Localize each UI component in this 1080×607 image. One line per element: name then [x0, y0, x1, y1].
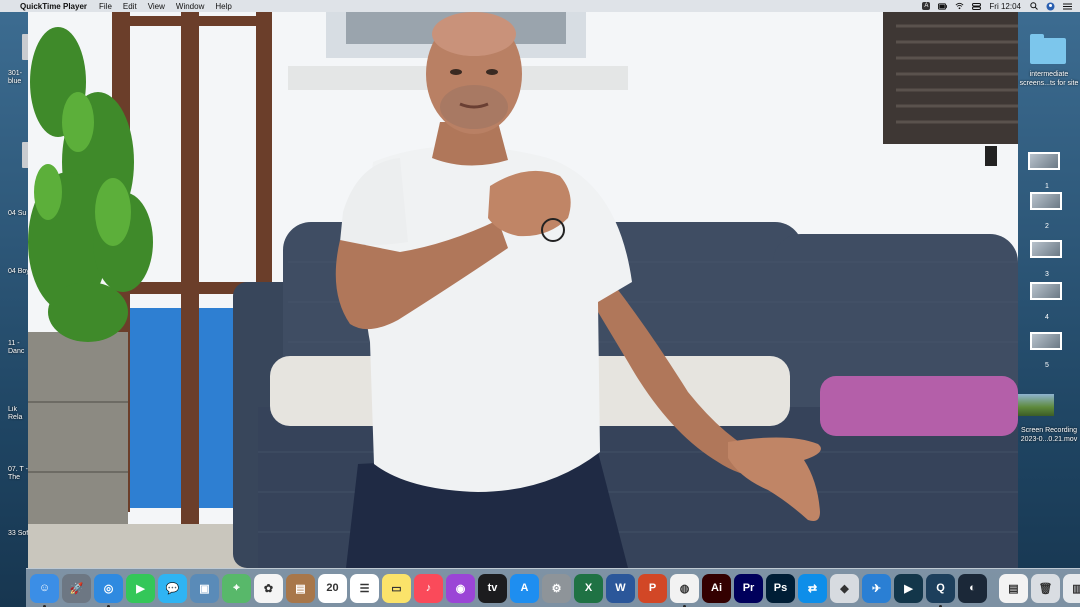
dock-quicktime-player-icon[interactable]: Q: [926, 573, 955, 607]
dock-launchpad-icon[interactable]: 🚀: [62, 573, 91, 603]
dock-teamviewer-icon[interactable]: ⇄: [798, 573, 827, 603]
screenshot-thumbnail[interactable]: [1030, 282, 1062, 300]
folder-label[interactable]: intermediate screens...ts for site: [1018, 70, 1080, 88]
dock-illustrator-icon[interactable]: Ai: [702, 573, 731, 603]
dock-airplane-app-icon[interactable]: ✈: [862, 573, 891, 603]
dock-finder-icon[interactable]: ☺: [30, 573, 59, 607]
battery-icon[interactable]: [938, 2, 948, 11]
dock-system-preferences-icon[interactable]: ⚙: [542, 573, 571, 603]
menu-window[interactable]: Window: [176, 2, 204, 11]
dock-maps-icon[interactable]: ⌖: [222, 573, 251, 603]
user-account-icon[interactable]: [1046, 2, 1055, 11]
dock-document-icon[interactable]: ▤: [999, 573, 1028, 603]
input-source-icon[interactable]: A: [922, 2, 931, 10]
menu-app-name[interactable]: QuickTime Player: [20, 2, 87, 11]
screenshot-number: 4: [1045, 314, 1049, 321]
dock-app-store-icon[interactable]: A: [510, 573, 539, 603]
dock-preview-icon[interactable]: ▣: [190, 573, 219, 603]
dock-safari-icon[interactable]: ◎: [94, 573, 123, 607]
menu-help[interactable]: Help: [215, 2, 231, 11]
dock-reminders-icon[interactable]: ☰: [350, 573, 379, 603]
screenshot-thumbnail[interactable]: [1030, 240, 1062, 258]
spotlight-search-icon[interactable]: [1029, 2, 1038, 11]
dock-tv-icon[interactable]: tv: [478, 573, 507, 603]
wifi-icon[interactable]: [955, 2, 964, 11]
screenshot-thumbnail[interactable]: [1030, 192, 1062, 210]
folder-icon[interactable]: [1030, 34, 1066, 64]
menu-edit[interactable]: Edit: [123, 2, 137, 11]
dock-photos-icon[interactable]: ✿: [254, 573, 283, 603]
dock-music-icon[interactable]: ♪: [414, 573, 443, 603]
dock-photoshop-icon[interactable]: Ps: [766, 573, 795, 603]
dock-trash-icon[interactable]: 🗑: [1031, 573, 1060, 603]
menu-view[interactable]: View: [148, 2, 165, 11]
screenshot-number: 1: [1045, 183, 1049, 190]
desktop-left-column: 301- blue 04 Su 04 Boy 11 - Danc Lik Rel…: [0, 12, 30, 572]
dock-podcasts-icon[interactable]: ◉: [446, 573, 475, 603]
dock-steam-icon[interactable]: ◐: [958, 573, 987, 603]
video-file-label[interactable]: Screen Recording 2023-0...0.21.mov: [1018, 426, 1080, 444]
control-center-icon[interactable]: [972, 2, 982, 11]
desktop-right-column: intermediate screens...ts for site 1 2 3…: [1018, 12, 1080, 572]
screenshot-number: 3: [1045, 271, 1049, 278]
dock-roblox-icon[interactable]: ◆: [830, 573, 859, 603]
dock-excel-icon[interactable]: X: [574, 573, 603, 603]
dock-messages-icon[interactable]: 💬: [158, 573, 187, 603]
dock-notebook-icon[interactable]: ▤: [286, 573, 315, 603]
screenshot-number: 2: [1045, 223, 1049, 230]
dock-premiere-pro-icon[interactable]: Pr: [734, 573, 763, 603]
video-file-thumbnail[interactable]: [1018, 394, 1054, 416]
notification-center-icon[interactable]: [1063, 2, 1072, 11]
menu-file[interactable]: File: [99, 2, 112, 11]
dock-chrome-icon[interactable]: ◍: [670, 573, 699, 607]
video-frame: [28, 12, 1018, 568]
dock-word-icon[interactable]: W: [606, 573, 635, 603]
menubar-status-area: A Fri 12:04: [922, 2, 1072, 11]
dock-calendar-icon[interactable]: 20: [318, 573, 347, 603]
dock-filmora-icon[interactable]: ▶: [894, 573, 923, 603]
dock-facetime-icon[interactable]: ▶: [126, 573, 155, 603]
dock-downloads-stack-icon[interactable]: ▥: [1063, 573, 1080, 603]
dock-powerpoint-icon[interactable]: P: [638, 573, 667, 603]
menubar-clock[interactable]: Fri 12:04: [989, 2, 1021, 11]
screenshot-thumbnail[interactable]: [1028, 152, 1060, 170]
screenshot-number: 5: [1045, 362, 1049, 369]
menu-bar: QuickTime Player File Edit View Window H…: [0, 0, 1080, 12]
quicktime-video-window[interactable]: [28, 12, 1018, 568]
screenshot-thumbnail[interactable]: [1030, 332, 1062, 350]
dock-notes-icon[interactable]: ▭: [382, 573, 411, 603]
dock: ☺ 🚀 ◎ ▶ 💬 ▣ ⌖ ✿ ▤ 20 ☰ ▭ ♪ ◉ tv A ⚙ X W P ◍ Ai Pr Ps ⇄ ◆ ✈ ▶ Q ◐ ▤ 🗑 ▥: [26, 568, 1080, 607]
